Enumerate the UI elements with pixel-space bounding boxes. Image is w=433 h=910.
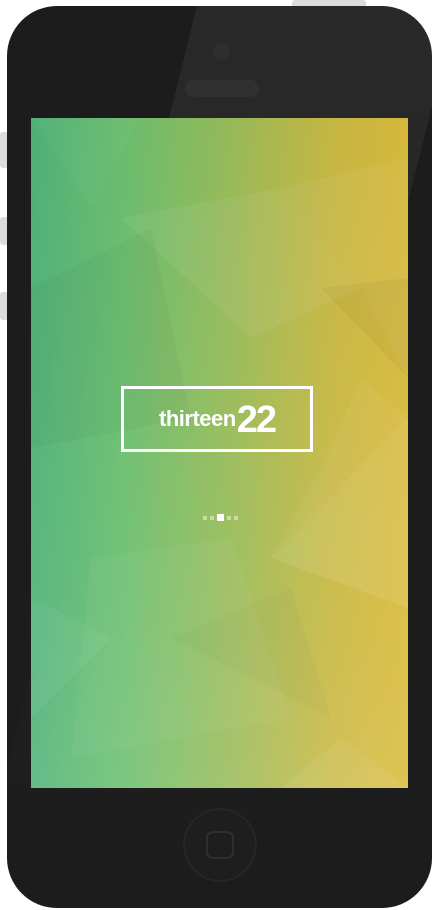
- home-square-icon: [206, 831, 234, 859]
- logo-word: thirteen: [159, 406, 236, 431]
- phone-frame: thirteen 22: [7, 6, 432, 908]
- loader-dot: [227, 515, 231, 520]
- loader-dot-active: [217, 514, 224, 521]
- app-logo: thirteen 22: [121, 386, 313, 452]
- earpiece-speaker: [185, 80, 259, 97]
- loader-dot: [210, 515, 214, 520]
- loader-dot: [203, 515, 207, 520]
- loading-indicator: [203, 514, 238, 521]
- screen-shade: [31, 118, 408, 788]
- loader-dot: [234, 515, 238, 520]
- home-button[interactable]: [183, 808, 257, 882]
- front-camera: [213, 43, 230, 60]
- splash-screen: thirteen 22: [31, 118, 408, 788]
- logo-number: 22: [236, 399, 277, 441]
